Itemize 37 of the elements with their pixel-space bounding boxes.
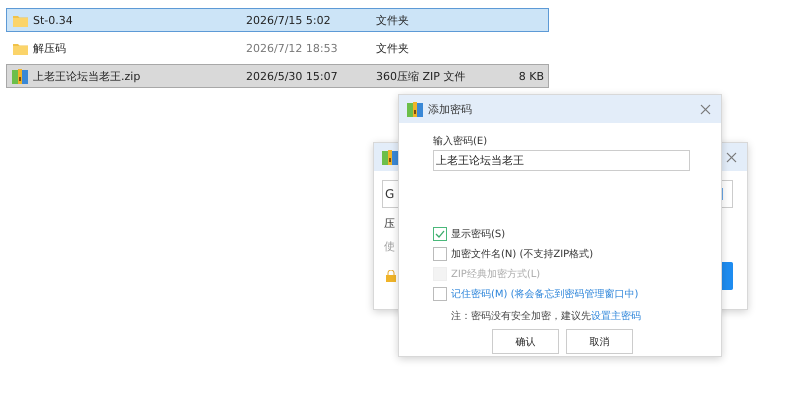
set-master-password-link[interactable]: 设置主密码 bbox=[591, 311, 641, 322]
cancel-button[interactable]: 取消 bbox=[566, 329, 633, 354]
checkbox[interactable] bbox=[433, 246, 447, 260]
close-icon bbox=[726, 152, 736, 162]
folder-icon bbox=[12, 42, 28, 54]
note-text: 注：密码没有安全加密，建议先设置主密码 bbox=[451, 310, 642, 323]
checkbox[interactable] bbox=[433, 226, 447, 240]
file-date: 2026/5/30 15:07 bbox=[246, 70, 339, 82]
file-name: St-0.34 bbox=[33, 14, 74, 26]
file-row[interactable]: 解压码 2026/7/12 18:53 文件夹 bbox=[6, 36, 549, 60]
field-label: 输入密码(E) bbox=[433, 134, 488, 148]
file-size: 8 KB bbox=[518, 70, 545, 82]
file-type: 360压缩 ZIP 文件 bbox=[376, 68, 466, 84]
option-label: 加密文件名(N) (不支持ZIP格式) bbox=[451, 248, 594, 260]
option-label: ZIP经典加密方式(L) bbox=[451, 268, 540, 280]
dialog-title: 添加密码 bbox=[428, 102, 473, 116]
password-field[interactable]: 上老王论坛当老王 bbox=[433, 150, 690, 171]
folder-icon bbox=[12, 14, 28, 26]
option-label: 显示密码(S) bbox=[451, 228, 506, 240]
file-date: 2026/7/12 18:53 bbox=[246, 42, 339, 54]
file-row[interactable]: St-0.34 2026/7/15 5:02 文件夹 bbox=[6, 8, 549, 32]
confirm-button[interactable]: 确认 bbox=[492, 329, 559, 354]
option-link[interactable]: 记住密码(M) (将会备忘到密码管理窗口中) bbox=[451, 286, 638, 300]
file-type: 文件夹 bbox=[376, 12, 410, 28]
checkbox[interactable] bbox=[433, 286, 447, 300]
archive-icon bbox=[12, 68, 28, 84]
field-label: 压 bbox=[384, 216, 395, 231]
file-date: 2026/7/15 5:02 bbox=[246, 14, 332, 26]
file-name: 解压码 bbox=[33, 40, 67, 56]
archive-icon bbox=[407, 102, 423, 116]
hint-text: 使 bbox=[384, 239, 395, 254]
close-icon bbox=[700, 104, 710, 114]
file-type: 文件夹 bbox=[376, 40, 410, 56]
file-name: 上老王论坛当老王.zip bbox=[33, 68, 142, 84]
file-row[interactable]: 上老王论坛当老王.zip 2026/5/30 15:07 360压缩 ZIP 文件 8 KB bbox=[6, 64, 549, 88]
lock-icon bbox=[386, 270, 396, 282]
archive-icon bbox=[382, 150, 398, 164]
